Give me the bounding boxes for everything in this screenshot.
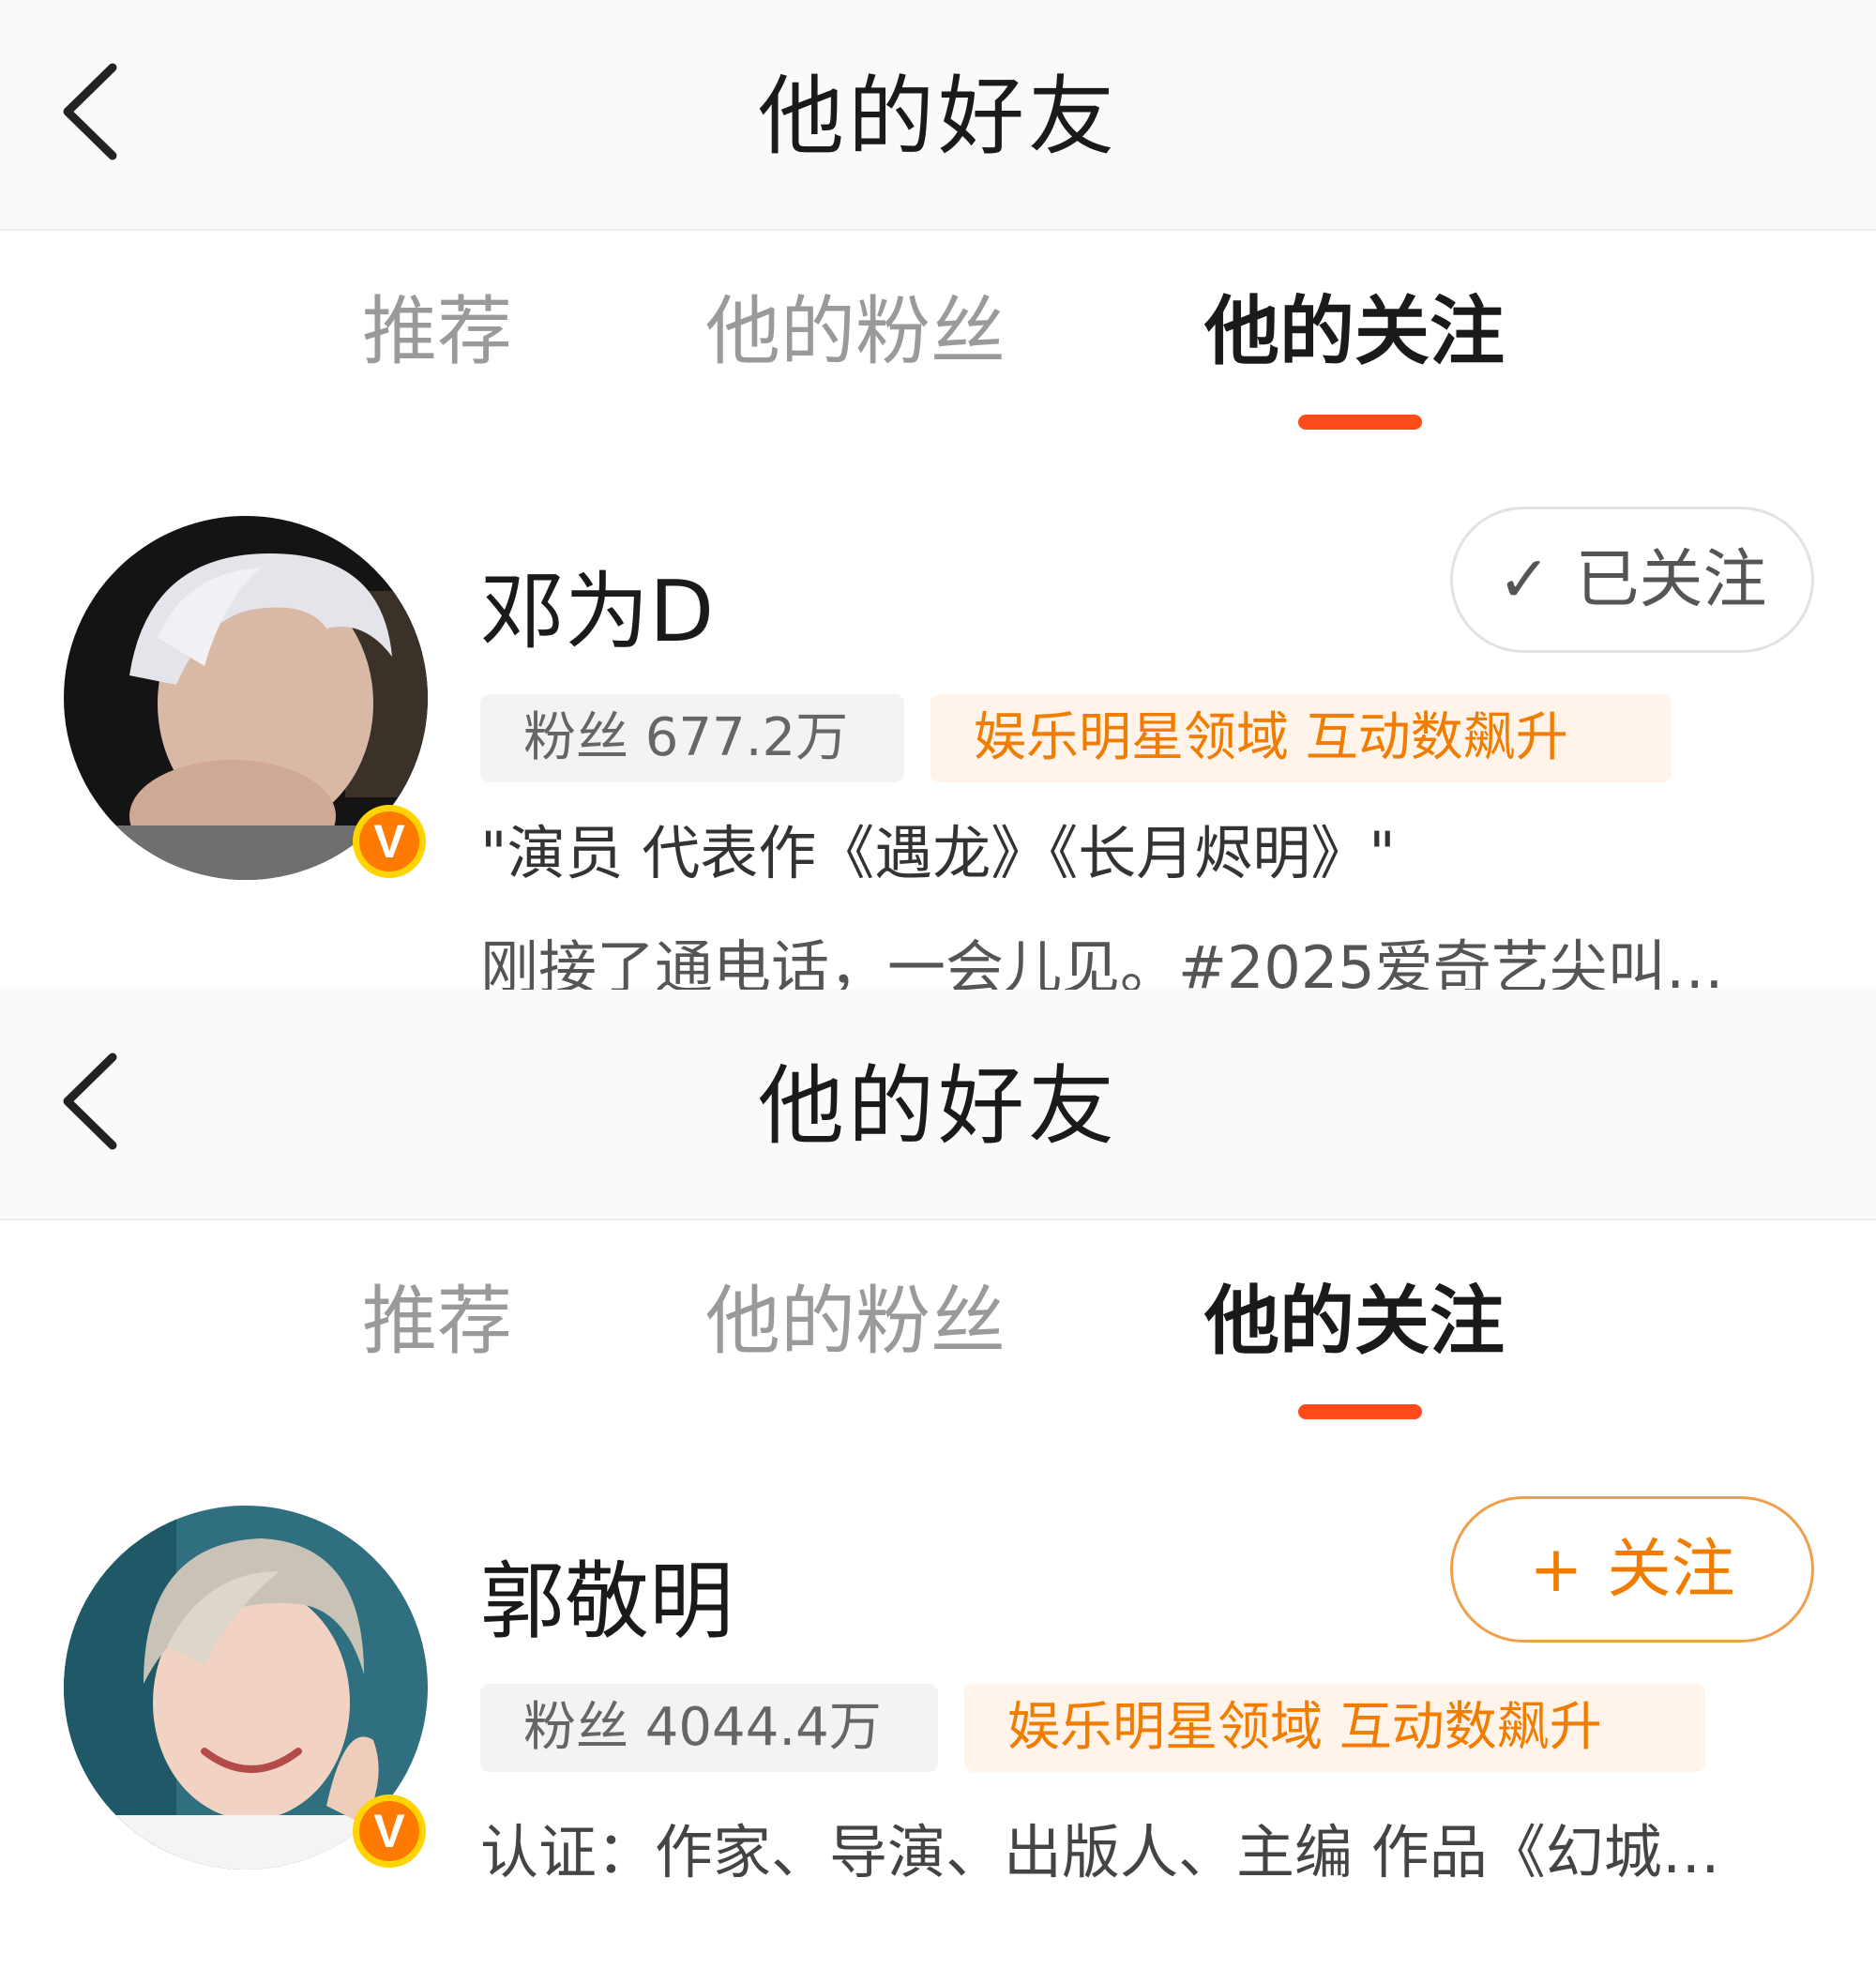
user-description: 认证：作家、导演、出版人、主编 作品《幻城… — [480, 1818, 1720, 1886]
plus-icon: + — [1529, 1533, 1583, 1607]
page-title: 他的好友 — [757, 67, 1118, 167]
active-tab-indicator — [1298, 1404, 1422, 1419]
user-description: "演员 代表作《遇龙》《长月烬明》" — [480, 819, 1396, 887]
tab-his-following[interactable]: 他的关注 — [1204, 285, 1505, 379]
follow-button[interactable]: + 关注 — [1450, 1496, 1814, 1643]
user-name[interactable]: 郭敬明 — [480, 1551, 734, 1654]
friends-screen-2: 他的好友 推荐 他的粉丝 他的关注 V 郭敬明 + 关注 粉丝 4044.4万 — [0, 990, 1876, 1909]
tab-bar: 推荐 他的粉丝 他的关注 — [0, 1220, 1876, 1436]
tab-recommend[interactable]: 推荐 — [362, 1275, 512, 1369]
check-icon: ✓ — [1497, 543, 1551, 617]
fans-count-tag: 粉丝 4044.4万 — [480, 1684, 938, 1772]
friends-screen-1: 他的好友 推荐 他的粉丝 他的关注 V 邓为D ✓ 已关注 粉丝 677.2万 娱… — [0, 0, 1876, 1002]
user-list-item[interactable]: V 邓为D ✓ 已关注 粉丝 677.2万 娱乐明星领域 互动数飙升 "演员 代表… — [0, 507, 1876, 1002]
tab-his-fans[interactable]: 他的粉丝 — [705, 1275, 1006, 1369]
user-list-item[interactable]: V 郭敬明 + 关注 粉丝 4044.4万 娱乐明星领域 互动数飙升 认证：作家、… — [0, 1496, 1876, 1984]
followed-button[interactable]: ✓ 已关注 — [1450, 507, 1814, 653]
verified-badge-icon: V — [353, 1795, 426, 1868]
fans-count-tag: 粉丝 677.2万 — [480, 694, 904, 782]
tab-his-fans[interactable]: 他的粉丝 — [705, 285, 1006, 379]
verified-badge-icon: V — [353, 805, 426, 878]
tab-his-following[interactable]: 他的关注 — [1204, 1275, 1505, 1369]
domain-tag: 娱乐明星领域 互动数飙升 — [930, 694, 1672, 782]
followed-button-label: 已关注 — [1575, 543, 1767, 617]
tab-recommend[interactable]: 推荐 — [362, 285, 512, 379]
tab-bar: 推荐 他的粉丝 他的关注 — [0, 231, 1876, 447]
user-name[interactable]: 邓为D — [480, 561, 714, 664]
nav-bar: 他的好友 — [0, 0, 1876, 231]
active-tab-indicator — [1298, 415, 1422, 430]
follow-button-label: 关注 — [1607, 1533, 1735, 1607]
page-title: 他的好友 — [757, 1056, 1118, 1157]
domain-tag: 娱乐明星领域 互动数飙升 — [964, 1684, 1705, 1772]
nav-bar: 他的好友 — [0, 990, 1876, 1220]
